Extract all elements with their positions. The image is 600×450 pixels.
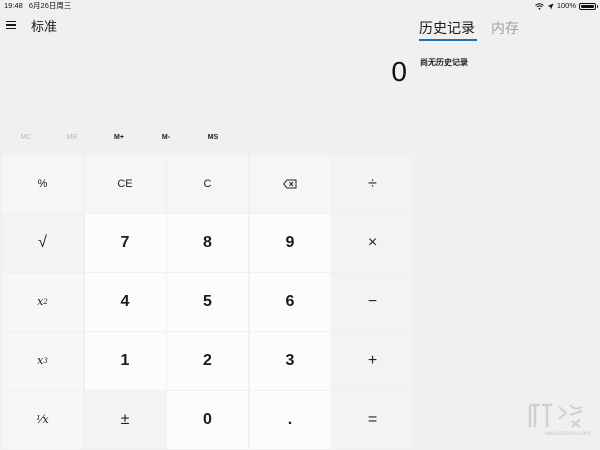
battery-percent: 100% (556, 1, 576, 10)
status-left: 19:48 6月26日周三 (4, 0, 75, 12)
battery-fill (581, 4, 594, 8)
square-exponent: 2 (43, 297, 48, 306)
menu-line (6, 24, 16, 26)
history-empty-message: 尚无历史记录 (420, 58, 468, 67)
cube-exponent: 3 (43, 356, 48, 365)
square-button[interactable]: x2 (2, 273, 83, 331)
cube-button[interactable]: x3 (2, 332, 83, 390)
digit-0-button[interactable]: 0 (167, 391, 248, 449)
ithome-logo-icon (528, 403, 583, 428)
percent-button[interactable]: % (2, 155, 83, 213)
wifi-icon (534, 2, 544, 10)
digit-7-button[interactable]: 7 (84, 214, 166, 272)
digit-5-button[interactable]: 5 (167, 273, 248, 331)
equals-button[interactable]: = (332, 391, 413, 449)
menu-line (6, 27, 16, 30)
subtract-button[interactable]: − (332, 273, 413, 331)
tab-history[interactable]: 历史记录 (419, 18, 475, 38)
memory-add-button[interactable]: M+ (99, 134, 139, 141)
hamburger-menu-button[interactable] (6, 18, 20, 32)
digit-2-button[interactable]: 2 (167, 332, 248, 390)
location-icon (547, 3, 554, 9)
backspace-icon (283, 179, 297, 189)
digit-4-button[interactable]: 4 (84, 273, 166, 331)
memory-recall-button[interactable]: MR (52, 134, 92, 141)
watermark-url: www.ithome.com (544, 431, 590, 437)
digit-6-button[interactable]: 6 (249, 273, 331, 331)
battery-icon (579, 2, 598, 10)
status-date: 6月26日周三 (28, 1, 72, 10)
digit-8-button[interactable]: 8 (167, 214, 248, 272)
multiply-button[interactable]: × (332, 214, 413, 272)
backspace-button[interactable] (249, 155, 331, 213)
status-right: 100% (534, 0, 598, 12)
decimal-button[interactable]: . (249, 391, 331, 449)
clear-entry-button[interactable]: CE (84, 155, 166, 213)
keypad: % CE C ÷ √ 7 8 9 × x2 4 5 6 − x3 1 2 3 +… (2, 155, 413, 450)
memory-clear-button[interactable]: MC (6, 134, 46, 141)
active-tab-indicator (419, 39, 477, 41)
digit-1-button[interactable]: 1 (84, 332, 166, 390)
mode-title: 标准 (31, 19, 58, 34)
divide-button[interactable]: ÷ (332, 155, 413, 213)
digit-3-button[interactable]: 3 (249, 332, 331, 390)
negate-button[interactable]: ± (84, 391, 166, 449)
clear-button[interactable]: C (167, 155, 248, 213)
status-time: 19:48 (4, 1, 23, 10)
tab-memory[interactable]: 内存 (491, 18, 519, 38)
memory-store-button[interactable]: MS (193, 134, 233, 141)
memory-subtract-button[interactable]: M- (146, 134, 186, 141)
watermark: www.ithome.com (520, 395, 590, 447)
reciprocal-button[interactable]: ¹⁄x (2, 391, 83, 449)
digit-9-button[interactable]: 9 (249, 214, 331, 272)
add-button[interactable]: + (332, 332, 413, 390)
square-root-button[interactable]: √ (2, 214, 83, 272)
status-bar: 19:48 6月26日周三 100% (0, 0, 600, 12)
menu-line (6, 20, 16, 23)
display-value: 0 (391, 56, 407, 87)
